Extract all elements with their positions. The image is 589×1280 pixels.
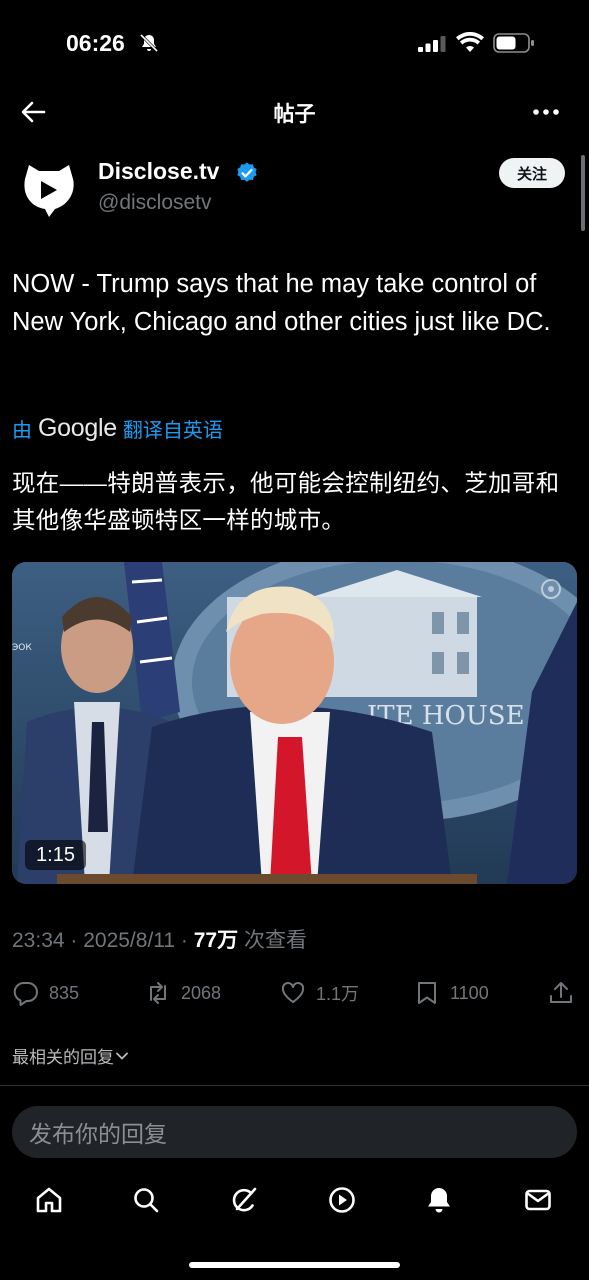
more-options-icon[interactable]	[530, 100, 562, 124]
video-icon[interactable]	[327, 1185, 357, 1215]
home-indicator	[189, 1262, 400, 1268]
author-name[interactable]: Disclose.tv	[98, 158, 219, 185]
share-icon	[550, 982, 572, 1003]
replies-sort-dropdown[interactable]: 最相关的回复	[12, 1043, 130, 1068]
replies-sort-label: 最相关的回复	[12, 1048, 114, 1067]
video-player[interactable]: ITE HOUSE ЭОК	[12, 562, 577, 884]
reply-count: 835	[49, 982, 80, 1003]
like-count: 1.1万	[316, 984, 360, 1004]
avatar[interactable]	[19, 157, 79, 217]
repost-button[interactable]: 2068	[145, 979, 221, 1007]
view-count: 77万	[193, 929, 239, 952]
author-handle[interactable]: @disclosetv	[98, 191, 212, 215]
bookmark-count: 1100	[450, 982, 489, 1003]
heart-icon	[281, 981, 305, 1003]
views-label: 次查看	[238, 929, 307, 952]
grok-icon[interactable]	[229, 1185, 259, 1215]
notifications-icon[interactable]	[424, 1185, 454, 1215]
translated-text: 现在——特朗普表示，他可能会控制纽约、芝加哥和其他像华盛顿特区一样的城市。	[12, 470, 560, 533]
reply-icon	[13, 981, 38, 1006]
bookmark-icon	[418, 982, 436, 1004]
reply-placeholder: 发布你的回复	[29, 1121, 167, 1147]
video-duration: 1:15	[25, 840, 86, 870]
page-title: 帖子	[273, 103, 316, 126]
follow-button[interactable]: 关注	[499, 158, 565, 188]
like-button[interactable]: 1.1万	[280, 979, 359, 1007]
bookmark-button[interactable]: 1100	[414, 979, 489, 1007]
battery-icon	[493, 33, 534, 53]
reply-button[interactable]: 835	[13, 979, 79, 1007]
signal-icon	[418, 36, 446, 52]
home-icon[interactable]	[34, 1185, 64, 1215]
search-icon[interactable]	[131, 1185, 161, 1215]
wifi-icon	[456, 32, 484, 52]
media-settings-icon[interactable]	[540, 578, 562, 600]
messages-icon[interactable]	[523, 1185, 553, 1215]
banner-text: ЭОК	[12, 643, 32, 653]
divider	[0, 1085, 589, 1086]
reply-input[interactable]: 发布你的回复	[12, 1106, 577, 1158]
scrollbar[interactable]	[581, 155, 585, 231]
translate-suffix: 翻译自英语	[122, 420, 223, 442]
timestamp: 23:34 · 2025/8/11 ·	[12, 929, 194, 952]
repost-icon	[150, 982, 166, 1004]
video-thumbnail: ITE HOUSE ЭОК	[12, 562, 577, 884]
google-brand: Google	[38, 414, 117, 442]
translation-attribution[interactable]: 由 Google 翻译自英语	[12, 414, 223, 443]
share-button[interactable]	[548, 979, 584, 1007]
bell-off-icon	[139, 33, 159, 53]
chevron-down-icon	[116, 1052, 128, 1060]
status-time: 06:26	[66, 30, 125, 56]
tweet-text: NOW - Trump says that he may take contro…	[12, 270, 551, 336]
verified-badge-icon	[237, 162, 257, 182]
translate-prefix: 由	[12, 420, 32, 442]
tweet-meta: 23:34 · 2025/8/11 · 77万 次查看	[12, 924, 307, 954]
disclose-logo-icon	[24, 165, 74, 217]
repost-count: 2068	[181, 982, 222, 1003]
